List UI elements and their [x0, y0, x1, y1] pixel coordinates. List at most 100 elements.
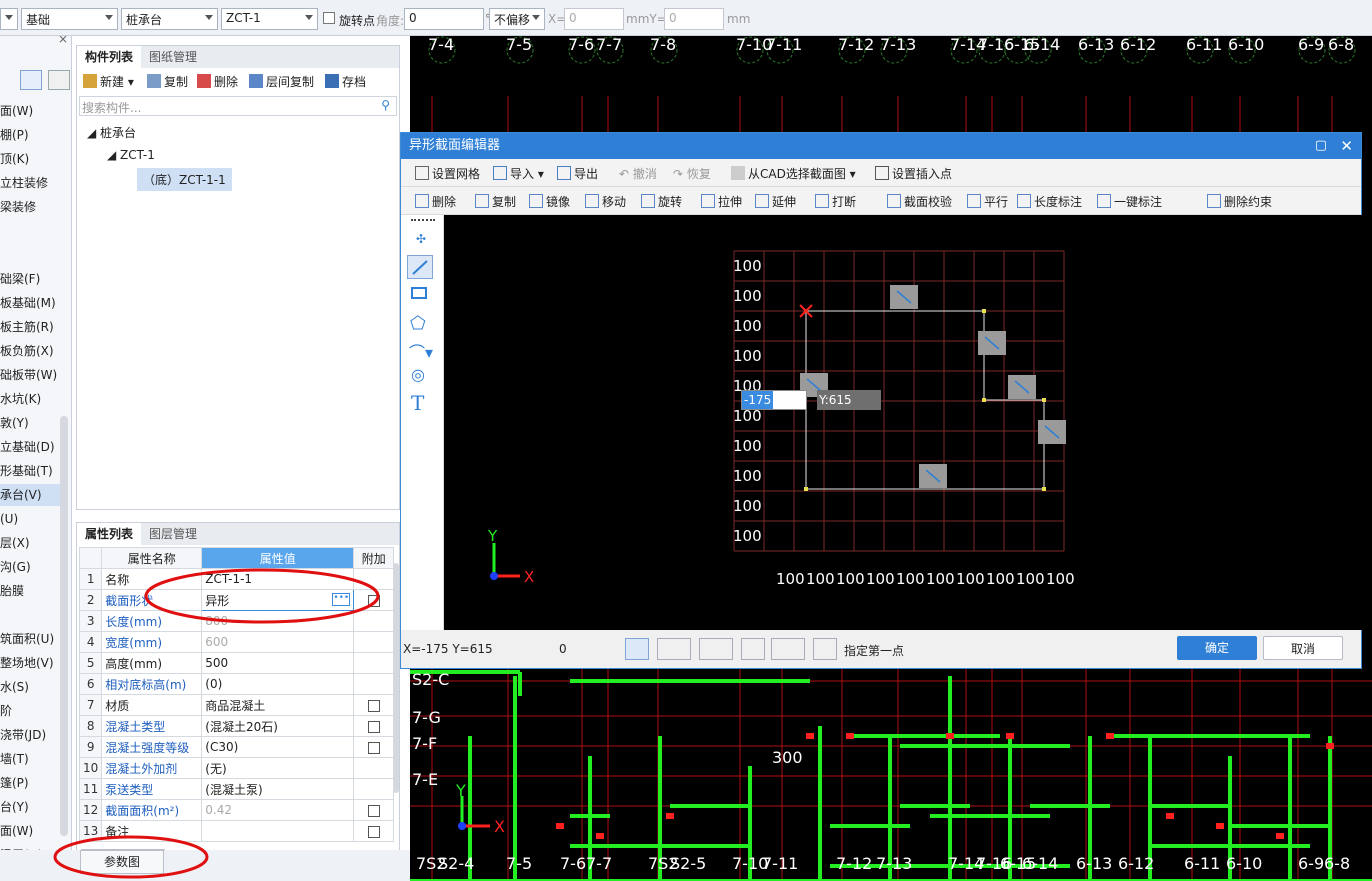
nav-item[interactable]: 水坑(K)	[0, 388, 60, 410]
close-icon[interactable]: ×	[58, 36, 68, 46]
extend-button[interactable]: 延伸	[755, 193, 796, 211]
prop-extra[interactable]	[353, 757, 395, 779]
prop-value[interactable]: 0.42	[201, 799, 355, 821]
stretch-button[interactable]: 拉伸	[701, 193, 742, 211]
table-row[interactable]: 7 材质 商品混凝土	[78, 694, 395, 716]
mirror-button[interactable]: 镜像	[529, 193, 570, 211]
copy-button[interactable]: 复制	[147, 72, 188, 92]
offset-combo[interactable]: 不偏移	[489, 8, 545, 30]
table-row[interactable]: 8 混凝土类型 (混凝土20石)	[78, 715, 395, 737]
undo-button[interactable]: ↶ 撤消	[619, 165, 657, 183]
nav-item[interactable]: 板主筋(R)	[0, 316, 60, 338]
nav-item[interactable]: 整场地(V)	[0, 652, 60, 674]
ellipsis-button[interactable]: •••	[332, 593, 351, 606]
tree-root[interactable]: ◢ 桩承台	[87, 124, 136, 141]
prop-extra[interactable]	[353, 736, 395, 758]
y-input[interactable]: 0	[664, 8, 724, 30]
floor-copy-button[interactable]: 层间复制	[249, 72, 314, 92]
delete-button[interactable]: 删除	[415, 193, 456, 211]
nav-item[interactable]: 胎膜	[0, 580, 60, 602]
table-row[interactable]: 10 混凝土外加剂 (无)	[78, 757, 395, 779]
nav-item[interactable]: (U)	[0, 508, 60, 530]
prop-extra[interactable]	[353, 715, 395, 737]
nav-item[interactable]: 面(W)	[0, 100, 60, 122]
param-diagram-tab[interactable]: 参数图	[80, 850, 164, 874]
nav-item[interactable]: 棚(P)	[0, 124, 60, 146]
table-row[interactable]: 12 截面面积(m²) 0.42	[78, 799, 395, 821]
grid-view-icon[interactable]	[48, 70, 70, 90]
nav-item[interactable]: 沟(G)	[0, 556, 60, 578]
table-row[interactable]: 2 截面形状 异形 •••	[78, 589, 395, 611]
check-toggle-icon[interactable]	[813, 638, 837, 660]
prop-value[interactable]: 800	[201, 610, 355, 632]
tab-component-list[interactable]: 构件列表	[77, 46, 142, 68]
parallel-button[interactable]: 平行	[967, 193, 1008, 211]
table-row[interactable]: 3 长度(mm) 800	[78, 610, 395, 632]
delete-button[interactable]: 删除	[197, 72, 238, 92]
extra-checkbox[interactable]	[367, 720, 380, 733]
search-box[interactable]: 搜索构件... ⚲	[79, 96, 397, 116]
nav-item[interactable]: 面(W)	[0, 820, 60, 842]
nav-item[interactable]: 水(S)	[0, 676, 60, 698]
nav-item[interactable]: 础板带(W)	[0, 364, 60, 386]
tab-drawing-manage[interactable]: 图纸管理	[141, 46, 205, 68]
prop-value[interactable]: (混凝土20石)	[201, 715, 355, 737]
circle-tool-icon[interactable]: ◎	[411, 365, 431, 385]
track-dropdown-icon[interactable]	[699, 638, 733, 660]
nav-item[interactable]: 浇带(JD)	[0, 724, 60, 746]
prop-extra[interactable]	[353, 799, 395, 821]
table-row[interactable]: 1 名称 ZCT-1-1	[78, 568, 395, 590]
move-button[interactable]: 移动	[585, 193, 626, 211]
display-dropdown-icon[interactable]	[771, 638, 805, 660]
extra-checkbox[interactable]	[367, 699, 380, 712]
extra-checkbox[interactable]	[367, 741, 380, 754]
text-tool-icon[interactable]: T	[411, 391, 431, 415]
extra-checkbox[interactable]	[367, 825, 380, 838]
nav-item[interactable]: 立柱装修	[0, 172, 60, 194]
prop-extra[interactable]	[353, 652, 395, 674]
polygon-tool-icon[interactable]: ⬠	[410, 313, 430, 334]
import-button[interactable]: 导入 ▾	[493, 165, 544, 183]
prop-value[interactable]	[201, 820, 355, 842]
nav-item[interactable]: 敦(Y)	[0, 412, 60, 434]
prop-extra[interactable]	[353, 673, 395, 695]
nav-item[interactable]: 顶(K)	[0, 148, 60, 170]
prop-value[interactable]: (混凝土泵)	[201, 778, 355, 800]
nav-item[interactable]: 筑面积(U)	[0, 628, 60, 650]
nav-item[interactable]: 立基础(D)	[0, 436, 60, 458]
prop-extra[interactable]	[353, 820, 395, 842]
floor-combo[interactable]	[0, 8, 18, 30]
one-key-dim-button[interactable]: 一键标注	[1097, 193, 1162, 211]
tab-property-list[interactable]: 属性列表	[77, 523, 142, 545]
nav-item[interactable]: 承台(V)	[0, 484, 60, 506]
type-combo[interactable]: 桩承台	[121, 8, 218, 30]
prop-value[interactable]: 商品混凝土	[201, 694, 355, 716]
insert-point-button[interactable]: 设置插入点	[875, 165, 952, 183]
extra-checkbox[interactable]	[367, 594, 380, 607]
prop-extra[interactable]	[353, 589, 395, 611]
close-icon[interactable]: ✕	[1340, 133, 1353, 159]
nav-item[interactable]: 板负筋(X)	[0, 340, 60, 362]
prop-extra[interactable]	[353, 778, 395, 800]
table-row[interactable]: 9 混凝土强度等级 (C30)	[78, 736, 395, 758]
nav-item[interactable]: 阶	[0, 700, 60, 722]
prop-value[interactable]: 500	[201, 652, 355, 674]
nav-item[interactable]: 板基础(M)	[0, 292, 60, 314]
angle-input[interactable]: 0	[404, 8, 484, 30]
prop-value[interactable]: ZCT-1-1	[201, 568, 355, 590]
nav-item[interactable]: 础梁(F)	[0, 268, 60, 290]
nav-item[interactable]: 层(X)	[0, 532, 60, 554]
line-tool-icon[interactable]	[407, 255, 433, 279]
new-button[interactable]: 新建 ▾	[83, 72, 134, 92]
save-button[interactable]: 存档	[325, 72, 366, 92]
tree-child[interactable]: ◢ ZCT-1	[107, 148, 155, 162]
tab-layer-manage[interactable]: 图层管理	[141, 523, 205, 545]
point-tool-icon[interactable]: ✣	[411, 229, 431, 249]
redo-button[interactable]: ↷ 恢复	[673, 165, 711, 183]
cancel-button[interactable]: 取消	[1263, 636, 1343, 660]
dim-toggle-icon[interactable]	[741, 638, 765, 660]
prop-extra[interactable]	[353, 631, 395, 653]
prop-scrollbar[interactable]	[393, 563, 399, 793]
maximize-icon[interactable]: ▢	[1315, 133, 1327, 159]
coord-x-input[interactable]: -175	[741, 390, 807, 410]
